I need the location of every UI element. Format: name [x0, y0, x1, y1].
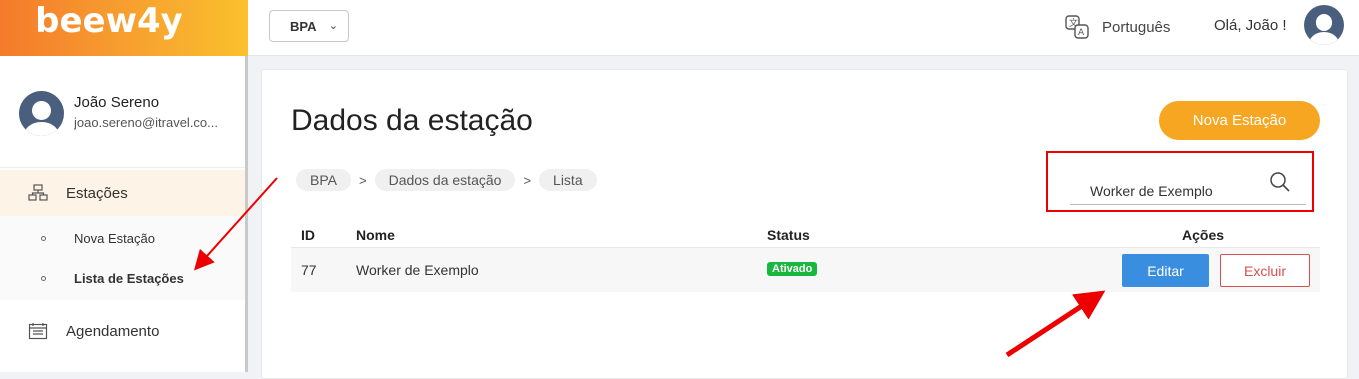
edit-button[interactable]: Editar: [1122, 254, 1209, 287]
user-greeting: Olá, João !: [1214, 17, 1287, 34]
breadcrumb-item[interactable]: BPA: [296, 169, 351, 191]
chevron-right-icon: >: [358, 172, 367, 188]
org-select[interactable]: BPA ⌄: [269, 10, 349, 42]
search-icon[interactable]: [1269, 171, 1291, 193]
sidebar-subitem-nova-estacao[interactable]: Nova Estação: [0, 216, 245, 260]
breadcrumb-item[interactable]: Lista: [539, 169, 597, 191]
user-avatar[interactable]: [1304, 5, 1344, 45]
sidebar: João Sereno joao.sereno@itravel.co... Es…: [0, 56, 248, 372]
breadcrumb: BPA > Dados da estação > Lista: [296, 169, 597, 191]
org-select-value: BPA: [290, 18, 317, 34]
stations-icon: [28, 184, 48, 201]
page-title: Dados da estação: [291, 104, 533, 137]
column-header-id: ID: [301, 227, 315, 243]
cell-name: Worker de Exemplo: [356, 262, 479, 278]
table-header: ID Nome Status Ações: [291, 224, 1320, 248]
sidebar-subitem-label: Nova Estação: [74, 230, 155, 246]
sidebar-item-estacoes[interactable]: Estações: [0, 170, 245, 216]
app-logo[interactable]: beew4y: [35, 1, 183, 41]
profile-avatar: [19, 91, 64, 136]
column-header-acoes: Ações: [1182, 227, 1225, 243]
calendar-icon: [28, 323, 48, 340]
profile-name: João Sereno: [74, 94, 160, 111]
svg-text:A: A: [1078, 28, 1085, 38]
delete-button[interactable]: Excluir: [1220, 254, 1310, 287]
column-header-status: Status: [767, 227, 810, 243]
translate-icon: 文 A: [1065, 15, 1089, 39]
profile-email: joao.sereno@itravel.co...: [74, 115, 218, 130]
profile-card: João Sereno joao.sereno@itravel.co...: [0, 56, 245, 168]
column-header-nome: Nome: [356, 227, 395, 243]
topbar: BPA ⌄ 文 A Português Olá, João !: [248, 0, 1359, 56]
new-station-button[interactable]: Nova Estação: [1159, 101, 1320, 140]
logo-bar[interactable]: beew4y: [0, 0, 248, 56]
sidebar-subitem-label: Lista de Estações: [74, 270, 184, 286]
table-row: 77 Worker de Exemplo Ativado Editar Excl…: [291, 248, 1320, 292]
main-panel: Dados da estação Nova Estação BPA > Dado…: [261, 69, 1348, 379]
language-label: Português: [1102, 18, 1171, 36]
chevron-down-icon: ⌄: [328, 20, 338, 32]
cell-id: 77: [301, 262, 317, 278]
status-badge: Ativado: [767, 262, 818, 276]
bullet-icon: [41, 235, 46, 241]
language-selector[interactable]: 文 A Português: [1064, 14, 1170, 40]
sidebar-item-label: Agendamento: [66, 322, 160, 340]
chevron-right-icon: >: [523, 172, 532, 188]
breadcrumb-item[interactable]: Dados da estação: [374, 169, 516, 191]
sidebar-item-label: Estações: [66, 184, 128, 202]
bullet-icon: [41, 275, 46, 281]
sidebar-subitem-lista-estacoes[interactable]: Lista de Estações: [0, 256, 245, 300]
sidebar-item-agendamento[interactable]: Agendamento: [0, 309, 245, 353]
